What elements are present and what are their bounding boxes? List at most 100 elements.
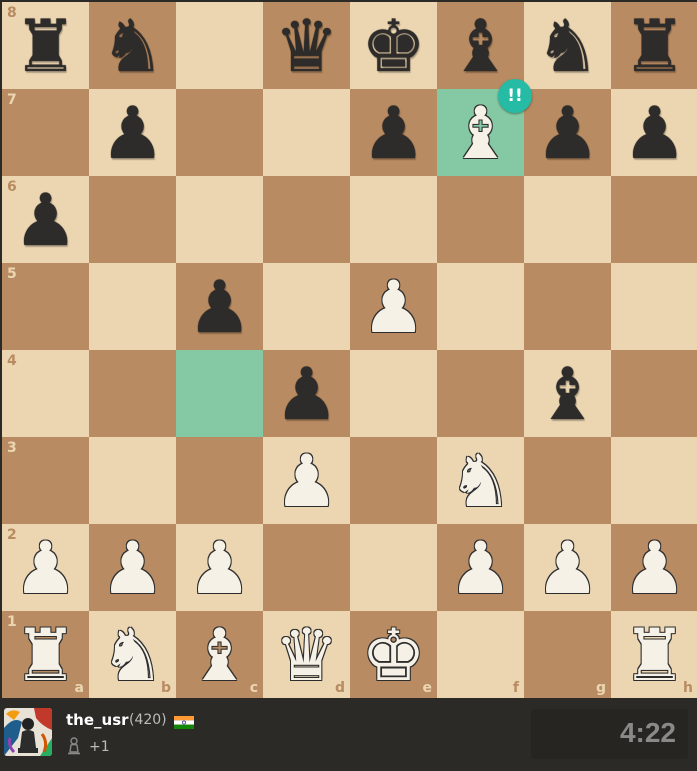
square-c5[interactable]: ♟ <box>176 263 263 350</box>
black-pawn-icon[interactable]: ♟ <box>263 350 350 437</box>
chess-board[interactable]: 8 ♜ ♞ ♛ ♚ ♝ ♞ ♜ 7 ♟ ♟ ♝!! ♟ ♟ 6 ♟ 5 ♟ ♟ 4 ♟ ♝ 3 ♟ ♞ 2 ♟ ♟ ♟ ♟ ♟ ♟ 1 a ♜ b ♞ c… <box>2 2 697 698</box>
square-f3[interactable]: ♞ <box>437 437 524 524</box>
black-queen-icon[interactable]: ♛ <box>263 2 350 89</box>
square-f8[interactable]: ♝ <box>437 2 524 89</box>
white-pawn-icon[interactable]: ♟ <box>350 263 437 350</box>
square-h2[interactable]: ♟ <box>611 524 697 611</box>
black-pawn-icon[interactable]: ♟ <box>611 89 697 176</box>
black-king-icon[interactable]: ♚ <box>350 2 437 89</box>
black-rook-icon[interactable]: ♜ <box>2 2 89 89</box>
square-h3[interactable] <box>611 437 697 524</box>
white-pawn-icon[interactable]: ♟ <box>437 524 524 611</box>
square-b5[interactable] <box>89 263 176 350</box>
square-c8[interactable] <box>176 2 263 89</box>
white-pawn-icon[interactable]: ♟ <box>176 524 263 611</box>
square-h4[interactable] <box>611 350 697 437</box>
black-knight-icon[interactable]: ♞ <box>89 2 176 89</box>
square-g2[interactable]: ♟ <box>524 524 611 611</box>
white-pawn-icon[interactable]: ♟ <box>2 524 89 611</box>
square-g5[interactable] <box>524 263 611 350</box>
square-a2[interactable]: 2 ♟ <box>2 524 89 611</box>
square-a1[interactable]: 1 a ♜ <box>2 611 89 698</box>
white-bishop-icon[interactable]: ♝ <box>176 611 263 698</box>
white-king-icon[interactable]: ♚ <box>350 611 437 698</box>
black-bishop-icon[interactable]: ♝ <box>524 350 611 437</box>
square-h6[interactable] <box>611 176 697 263</box>
black-pawn-icon[interactable]: ♟ <box>176 263 263 350</box>
white-pawn-icon[interactable]: ♟ <box>524 524 611 611</box>
white-rook-icon[interactable]: ♜ <box>2 611 89 698</box>
square-c4[interactable] <box>176 350 263 437</box>
square-h1[interactable]: h ♜ <box>611 611 697 698</box>
white-knight-icon[interactable]: ♞ <box>89 611 176 698</box>
square-b1[interactable]: b ♞ <box>89 611 176 698</box>
square-a3[interactable]: 3 <box>2 437 89 524</box>
black-pawn-icon[interactable]: ♟ <box>524 89 611 176</box>
square-b8[interactable]: ♞ <box>89 2 176 89</box>
square-e5[interactable]: ♟ <box>350 263 437 350</box>
square-e1[interactable]: e ♚ <box>350 611 437 698</box>
square-b3[interactable] <box>89 437 176 524</box>
square-a6[interactable]: 6 ♟ <box>2 176 89 263</box>
player-name[interactable]: the_usr <box>66 711 129 729</box>
square-c6[interactable] <box>176 176 263 263</box>
square-d3[interactable]: ♟ <box>263 437 350 524</box>
square-b4[interactable] <box>89 350 176 437</box>
black-pawn-icon[interactable]: ♟ <box>350 89 437 176</box>
white-rook-icon[interactable]: ♜ <box>611 611 697 698</box>
square-g6[interactable] <box>524 176 611 263</box>
white-pawn-icon[interactable]: ♟ <box>611 524 697 611</box>
square-f4[interactable] <box>437 350 524 437</box>
square-d1[interactable]: d ♛ <box>263 611 350 698</box>
square-g8[interactable]: ♞ <box>524 2 611 89</box>
white-pawn-icon[interactable]: ♟ <box>89 524 176 611</box>
square-a8[interactable]: 8 ♜ <box>2 2 89 89</box>
square-f1[interactable]: f <box>437 611 524 698</box>
square-e6[interactable] <box>350 176 437 263</box>
square-d2[interactable] <box>263 524 350 611</box>
square-a5[interactable]: 5 <box>2 263 89 350</box>
black-knight-icon[interactable]: ♞ <box>524 2 611 89</box>
player-avatar[interactable] <box>4 708 52 756</box>
square-b2[interactable]: ♟ <box>89 524 176 611</box>
square-g1[interactable]: g <box>524 611 611 698</box>
square-h8[interactable]: ♜ <box>611 2 697 89</box>
square-e8[interactable]: ♚ <box>350 2 437 89</box>
square-c7[interactable] <box>176 89 263 176</box>
square-h5[interactable] <box>611 263 697 350</box>
square-d7[interactable] <box>263 89 350 176</box>
black-bishop-icon[interactable]: ♝ <box>437 2 524 89</box>
square-d6[interactable] <box>263 176 350 263</box>
black-pawn-icon[interactable]: ♟ <box>89 89 176 176</box>
square-b7[interactable]: ♟ <box>89 89 176 176</box>
square-e7[interactable]: ♟ <box>350 89 437 176</box>
square-g3[interactable] <box>524 437 611 524</box>
india-flag-icon[interactable] <box>174 714 194 729</box>
square-c1[interactable]: c ♝ <box>176 611 263 698</box>
square-f2[interactable]: ♟ <box>437 524 524 611</box>
square-c3[interactable] <box>176 437 263 524</box>
white-knight-icon[interactable]: ♞ <box>437 437 524 524</box>
square-f6[interactable] <box>437 176 524 263</box>
square-f5[interactable] <box>437 263 524 350</box>
square-e4[interactable] <box>350 350 437 437</box>
rank-label: 5 <box>7 266 17 282</box>
black-pawn-icon[interactable]: ♟ <box>2 176 89 263</box>
square-a7[interactable]: 7 <box>2 89 89 176</box>
square-d5[interactable] <box>263 263 350 350</box>
square-e2[interactable] <box>350 524 437 611</box>
white-queen-icon[interactable]: ♛ <box>263 611 350 698</box>
square-b6[interactable] <box>89 176 176 263</box>
square-d8[interactable]: ♛ <box>263 2 350 89</box>
square-e3[interactable] <box>350 437 437 524</box>
square-d4[interactable]: ♟ <box>263 350 350 437</box>
square-g7[interactable]: ♟ <box>524 89 611 176</box>
square-f7[interactable]: ♝!! <box>437 79 532 176</box>
file-label: f <box>512 680 519 696</box>
square-g4[interactable]: ♝ <box>524 350 611 437</box>
square-h7[interactable]: ♟ <box>611 89 697 176</box>
square-a4[interactable]: 4 <box>2 350 89 437</box>
square-c2[interactable]: ♟ <box>176 524 263 611</box>
black-rook-icon[interactable]: ♜ <box>611 2 697 89</box>
white-pawn-icon[interactable]: ♟ <box>263 437 350 524</box>
